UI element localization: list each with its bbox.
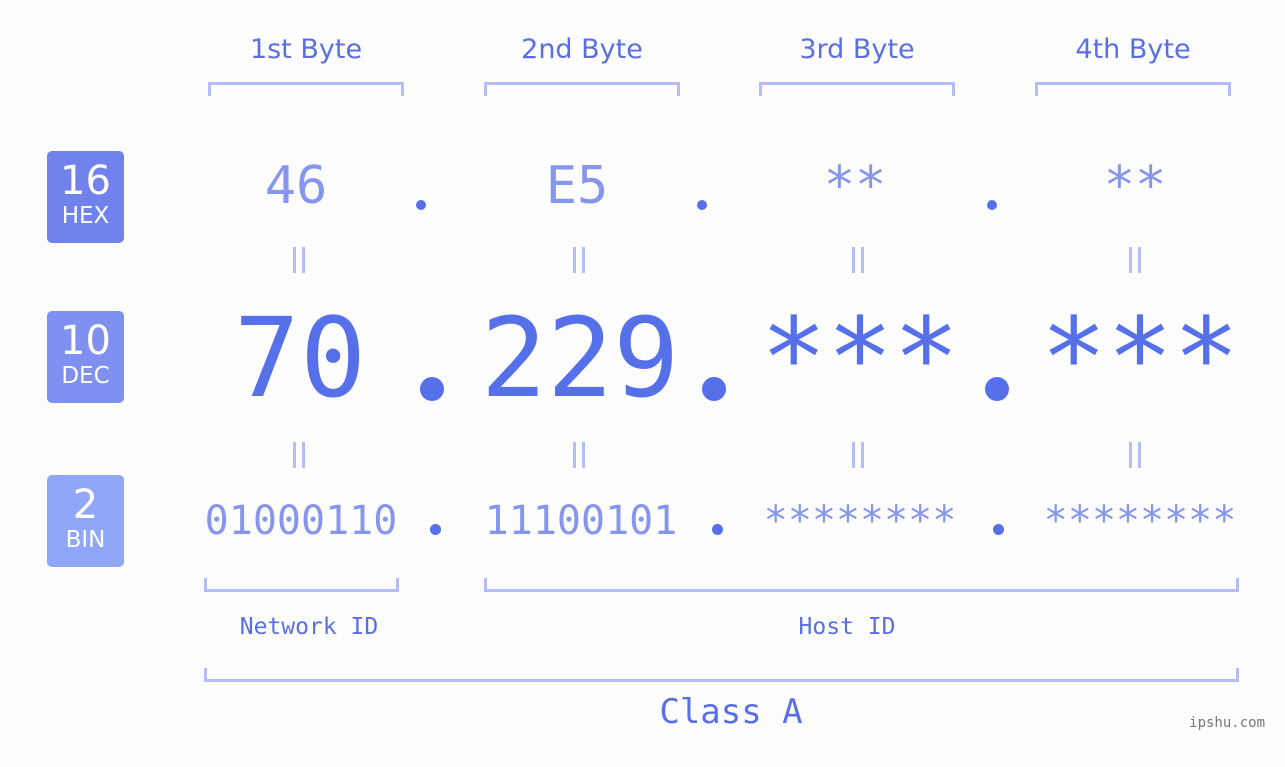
equals-icon bbox=[573, 247, 585, 273]
equals-icon bbox=[852, 442, 864, 468]
dec-separator-2 bbox=[702, 377, 726, 401]
hex-separator-1 bbox=[416, 200, 426, 210]
hex-separator-2 bbox=[697, 200, 707, 210]
byte-bracket-1 bbox=[208, 82, 404, 96]
bin-badge: 2 BIN bbox=[47, 475, 124, 567]
hex-badge-label: HEX bbox=[61, 203, 110, 229]
dec-badge-label: DEC bbox=[61, 363, 110, 389]
bin-byte-2: 11100101 bbox=[484, 498, 678, 544]
hex-byte-3: ** bbox=[823, 156, 887, 216]
host-id-bracket bbox=[484, 578, 1239, 592]
hex-badge-number: 16 bbox=[60, 158, 111, 204]
byte-header-3: 3rd Byte bbox=[799, 34, 915, 65]
bin-badge-number: 2 bbox=[72, 482, 99, 528]
host-id-label: Host ID bbox=[798, 614, 896, 640]
dec-badge: 10 DEC bbox=[47, 311, 124, 403]
class-label: Class A bbox=[659, 692, 803, 732]
network-id-bracket bbox=[204, 578, 399, 592]
hex-byte-1: 46 bbox=[264, 156, 328, 216]
dec-byte-1: 70 bbox=[233, 294, 367, 422]
bin-byte-4: ******** bbox=[1043, 498, 1237, 544]
byte-header-1: 1st Byte bbox=[249, 34, 363, 65]
dec-separator-1 bbox=[420, 377, 444, 401]
dec-byte-2: 229 bbox=[480, 294, 680, 422]
bin-byte-3: ******** bbox=[763, 498, 957, 544]
bin-separator-2 bbox=[712, 524, 723, 535]
equals-icon bbox=[1129, 247, 1141, 273]
bin-badge-label: BIN bbox=[65, 527, 106, 553]
equals-icon bbox=[573, 442, 585, 468]
bin-byte-1: 01000110 bbox=[204, 498, 398, 544]
watermark: ipshu.com bbox=[1189, 715, 1265, 731]
byte-header-4: 4th Byte bbox=[1075, 34, 1191, 65]
byte-bracket-3 bbox=[759, 82, 955, 96]
bin-separator-1 bbox=[430, 524, 441, 535]
network-id-label: Network ID bbox=[239, 614, 379, 640]
equals-icon bbox=[293, 442, 305, 468]
equals-icon bbox=[852, 247, 864, 273]
dec-separator-3 bbox=[985, 377, 1009, 401]
hex-separator-3 bbox=[987, 200, 997, 210]
dec-byte-3: *** bbox=[760, 294, 960, 422]
byte-bracket-4 bbox=[1035, 82, 1231, 96]
hex-badge: 16 HEX bbox=[47, 151, 124, 243]
byte-bracket-2 bbox=[484, 82, 680, 96]
dec-badge-number: 10 bbox=[60, 318, 111, 364]
equals-icon bbox=[293, 247, 305, 273]
equals-icon bbox=[1129, 442, 1141, 468]
hex-byte-4: ** bbox=[1103, 156, 1167, 216]
bin-separator-3 bbox=[993, 524, 1004, 535]
dec-byte-4: *** bbox=[1040, 294, 1240, 422]
hex-byte-2: E5 bbox=[545, 156, 609, 216]
byte-header-2: 2nd Byte bbox=[521, 34, 643, 65]
class-bracket bbox=[204, 668, 1239, 682]
